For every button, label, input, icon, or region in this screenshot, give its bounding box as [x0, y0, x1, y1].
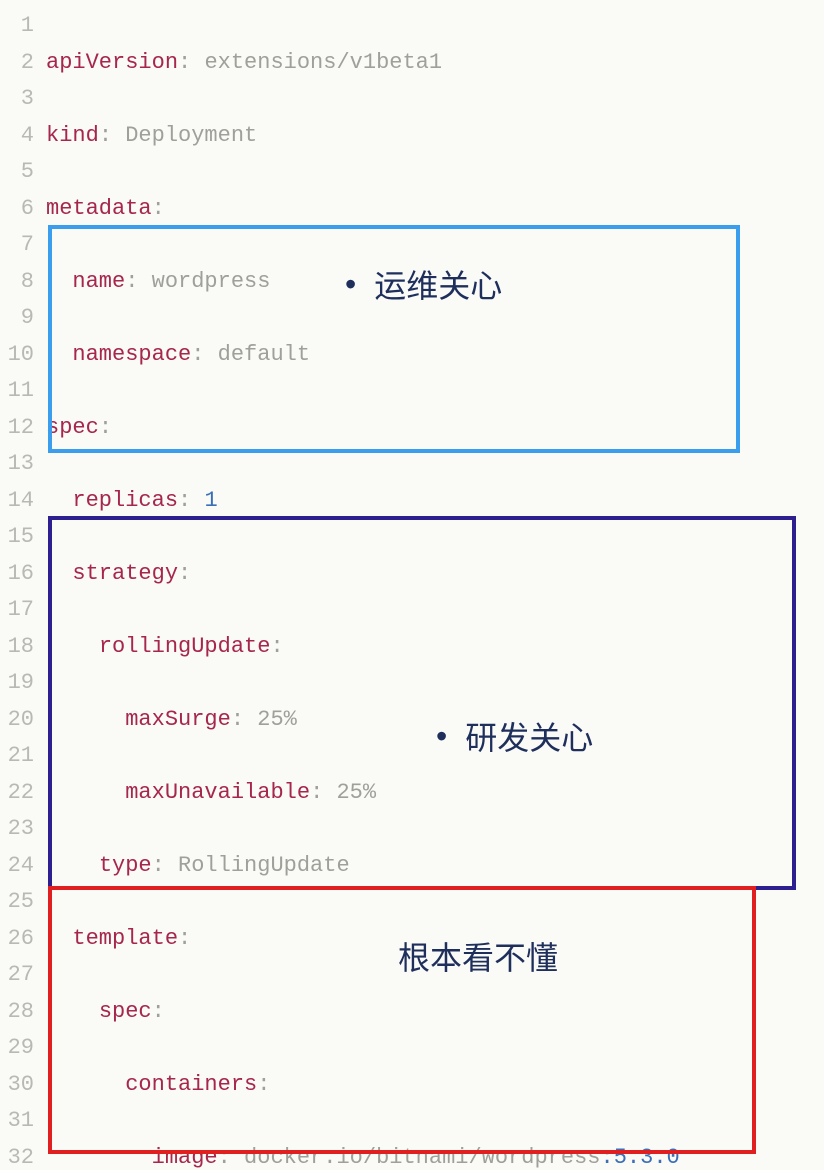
code-line: rollingUpdate: — [46, 629, 680, 666]
yaml-key: kind — [46, 123, 99, 148]
annotation-text: 研发关心 — [465, 720, 593, 756]
code-line: spec: — [46, 410, 680, 447]
line-number: 15 — [0, 519, 34, 556]
code-line: metadata: — [46, 191, 680, 228]
line-number: 14 — [0, 483, 34, 520]
code-line: image: docker.io/bitnami/wordpress:5.3.0 — [46, 1140, 680, 1170]
yaml-key: namespace — [72, 342, 191, 367]
code-line: replicas: 1 — [46, 483, 680, 520]
yaml-key: apiVersion — [46, 50, 178, 75]
yaml-value: Deployment — [125, 123, 257, 148]
yaml-value: docker.io/bitnami/wordpress — [244, 1145, 600, 1170]
code-editor: 1 2 3 4 5 6 7 8 9 10 11 12 13 14 15 16 1… — [0, 0, 824, 1170]
line-number: 22 — [0, 775, 34, 812]
line-number: 25 — [0, 884, 34, 921]
code-line: maxUnavailable: 25% — [46, 775, 680, 812]
image-tag: :5.3.0 — [601, 1145, 680, 1170]
yaml-key: name — [72, 269, 125, 294]
line-number: 19 — [0, 665, 34, 702]
line-number: 32 — [0, 1140, 34, 1170]
yaml-key: spec — [46, 415, 99, 440]
yaml-value: extensions/v1beta1 — [204, 50, 442, 75]
line-number: 9 — [0, 300, 34, 337]
line-number: 29 — [0, 1030, 34, 1067]
yaml-value: default — [218, 342, 310, 367]
line-number: 6 — [0, 191, 34, 228]
code-line: apiVersion: extensions/v1beta1 — [46, 45, 680, 82]
code-line: kind: Deployment — [46, 118, 680, 155]
annotation-text: 根本看不懂 — [398, 940, 558, 976]
yaml-key: rollingUpdate — [99, 634, 271, 659]
bullet-icon: • — [345, 266, 356, 302]
line-number: 4 — [0, 118, 34, 155]
code-line: namespace: default — [46, 337, 680, 374]
line-number: 24 — [0, 848, 34, 885]
yaml-value: RollingUpdate — [178, 853, 350, 878]
annotation-unknown: 根本看不懂 — [398, 940, 558, 977]
yaml-value: wordpress — [152, 269, 271, 294]
annotation-dev: • 研发关心 — [436, 720, 593, 757]
yaml-key: strategy — [72, 561, 178, 586]
line-number: 7 — [0, 227, 34, 264]
line-number: 12 — [0, 410, 34, 447]
yaml-value: 25% — [257, 707, 297, 732]
code-line: template: — [46, 921, 680, 958]
yaml-key: spec — [99, 999, 152, 1024]
yaml-key: image — [152, 1145, 218, 1170]
annotation-ops: • 运维关心 — [345, 268, 502, 305]
code-line: type: RollingUpdate — [46, 848, 680, 885]
yaml-key: metadata — [46, 196, 152, 221]
line-number: 13 — [0, 446, 34, 483]
line-number: 27 — [0, 957, 34, 994]
bullet-icon: • — [436, 718, 447, 754]
line-number: 17 — [0, 592, 34, 629]
line-number: 11 — [0, 373, 34, 410]
line-number: 30 — [0, 1067, 34, 1104]
yaml-value: 1 — [204, 488, 217, 513]
yaml-key: template — [72, 926, 178, 951]
yaml-key: type — [99, 853, 152, 878]
line-number: 23 — [0, 811, 34, 848]
code-line: containers: — [46, 1067, 680, 1104]
line-number: 10 — [0, 337, 34, 374]
line-number: 8 — [0, 264, 34, 301]
yaml-key: maxSurge — [125, 707, 231, 732]
line-number: 31 — [0, 1103, 34, 1140]
yaml-key: maxUnavailable — [125, 780, 310, 805]
line-number: 16 — [0, 556, 34, 593]
line-number: 5 — [0, 154, 34, 191]
yaml-value: 25% — [336, 780, 376, 805]
line-number: 2 — [0, 45, 34, 82]
yaml-key: replicas — [72, 488, 178, 513]
line-number: 20 — [0, 702, 34, 739]
line-number: 3 — [0, 81, 34, 118]
line-number: 21 — [0, 738, 34, 775]
code-line: strategy: — [46, 556, 680, 593]
line-number: 1 — [0, 8, 34, 45]
annotation-text: 运维关心 — [374, 268, 502, 304]
yaml-key: containers — [125, 1072, 257, 1097]
code-content: apiVersion: extensions/v1beta1 kind: Dep… — [46, 8, 680, 1170]
line-number: 26 — [0, 921, 34, 958]
line-number: 28 — [0, 994, 34, 1031]
line-number: 18 — [0, 629, 34, 666]
line-number-gutter: 1 2 3 4 5 6 7 8 9 10 11 12 13 14 15 16 1… — [0, 8, 34, 1170]
code-line: spec: — [46, 994, 680, 1031]
